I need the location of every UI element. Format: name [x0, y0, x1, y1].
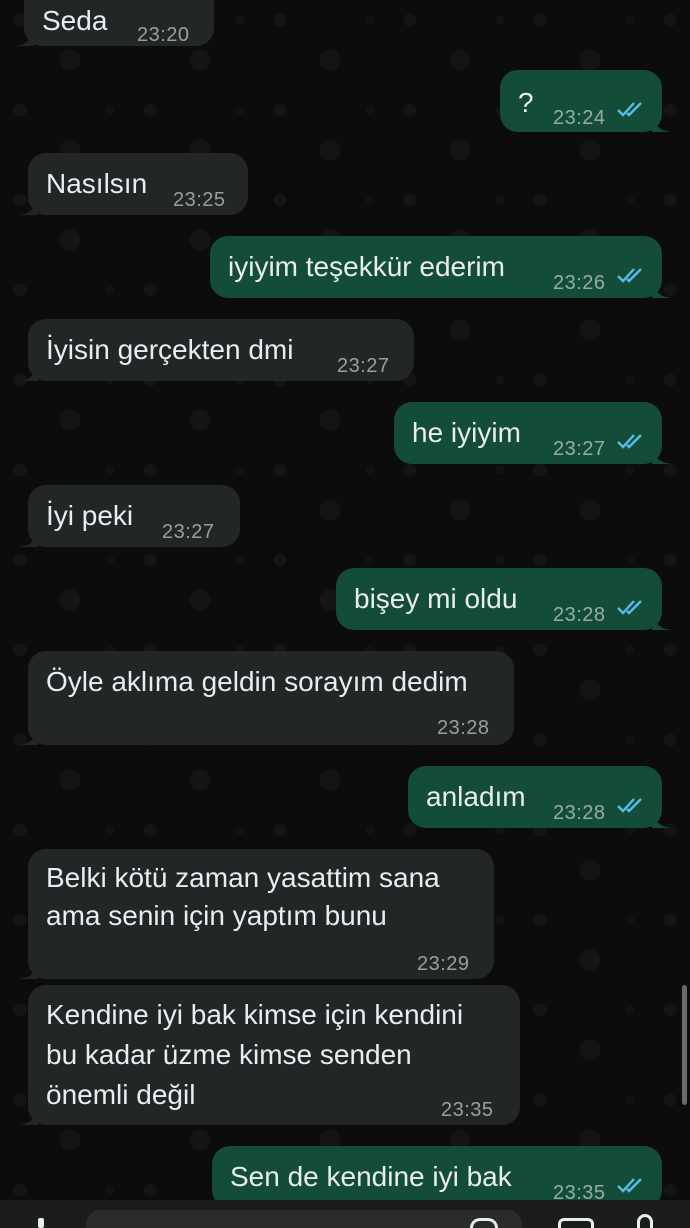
message-text: iyiyim teşekkür ederim: [228, 251, 505, 282]
message-outgoing[interactable]: ? 23:24: [500, 70, 670, 132]
message-text: İyi peki: [46, 500, 134, 531]
message-time: 23:35: [553, 1182, 606, 1200]
message-text: Belki kötü zaman yasattim sana ama senin…: [46, 862, 440, 931]
message-outgoing[interactable]: anladım 23:28: [408, 766, 670, 828]
message-time: 23:35: [441, 1099, 494, 1121]
message-outgoing[interactable]: bişey mi oldu 23:28: [336, 568, 670, 630]
double-check-icon: [616, 1177, 646, 1193]
message-incoming[interactable]: Seda 23:20: [16, 0, 214, 46]
chat-area[interactable]: Seda 23:20 ? 23:24 Nasılsın 23:25 iyiyim…: [0, 0, 690, 1200]
double-check-icon: [616, 267, 646, 283]
double-check-icon: [616, 797, 646, 813]
message-incoming[interactable]: Öyle aklıma geldin sorayım dedim 23:28: [20, 651, 514, 745]
message-text: he iyiyim: [412, 417, 521, 448]
message-outgoing[interactable]: Sen de kendine iyi bak 23:35: [212, 1146, 670, 1200]
message-time: 23:27: [162, 521, 215, 543]
scrollbar[interactable]: [682, 985, 687, 1105]
message-time: 23:27: [337, 355, 390, 377]
message-incoming[interactable]: Nasılsın 23:25: [20, 153, 248, 215]
camera-icon[interactable]: [558, 1218, 594, 1228]
message-time: 23:26: [553, 272, 606, 294]
message-text: Kendine iyi bak kimse için kendini bu ka…: [46, 999, 464, 1110]
message-incoming[interactable]: İyisin gerçekten dmi 23:27: [20, 319, 414, 381]
message-time: 23:29: [417, 953, 470, 975]
message-input[interactable]: [86, 1210, 522, 1228]
double-check-icon: [616, 101, 646, 117]
message-time: 23:28: [437, 717, 490, 739]
message-text: Nasılsın: [46, 168, 148, 199]
message-outgoing[interactable]: he iyiyim 23:27: [394, 402, 670, 464]
message-text: ?: [518, 87, 534, 118]
message-text: bişey mi oldu: [354, 583, 518, 614]
message-text: anladım: [426, 781, 526, 812]
message-time: 23:27: [553, 438, 606, 460]
message-time: 23:28: [553, 604, 606, 626]
message-text: Seda: [42, 5, 108, 36]
sticker-icon[interactable]: [470, 1218, 498, 1228]
double-check-icon: [616, 433, 646, 449]
message-time: 23:24: [553, 107, 606, 129]
double-check-icon: [616, 599, 646, 615]
message-time: 23:25: [173, 189, 226, 211]
message-incoming[interactable]: Belki kötü zaman yasattim sana ama senin…: [20, 849, 494, 979]
mic-icon[interactable]: [637, 1214, 653, 1228]
message-outgoing[interactable]: iyiyim teşekkür ederim 23:26: [210, 236, 670, 298]
message-time: 23:20: [137, 24, 190, 46]
message-incoming[interactable]: İyi peki 23:27: [20, 485, 240, 547]
plus-icon[interactable]: [38, 1218, 44, 1228]
message-incoming[interactable]: Kendine iyi bak kimse için kendini bu ka…: [20, 985, 520, 1125]
message-text: Öyle aklıma geldin sorayım dedim: [46, 666, 468, 697]
message-text: İyisin gerçekten dmi: [46, 334, 294, 365]
message-text: Sen de kendine iyi bak: [230, 1161, 512, 1192]
message-time: 23:28: [553, 802, 606, 824]
